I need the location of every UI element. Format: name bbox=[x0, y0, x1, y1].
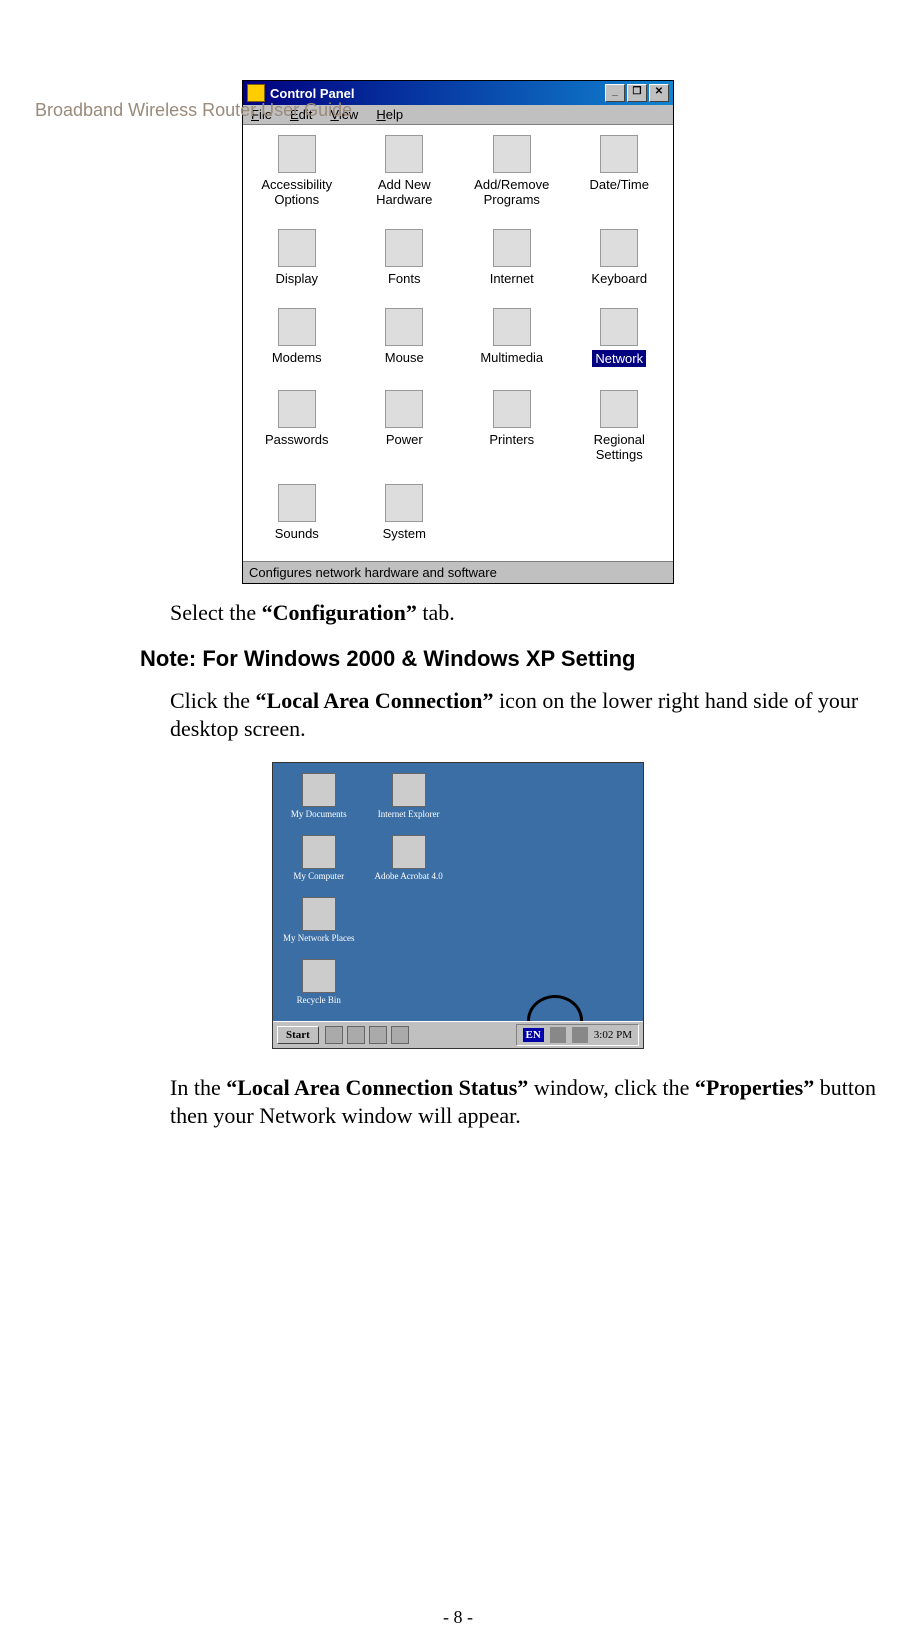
quick-launch bbox=[325, 1026, 409, 1044]
language-indicator[interactable]: EN bbox=[523, 1028, 544, 1042]
page-number: - 8 - bbox=[0, 1607, 916, 1628]
taskbar: Start EN 3:02 PM bbox=[273, 1021, 643, 1048]
keyboard-icon bbox=[600, 229, 638, 267]
regional-icon bbox=[600, 390, 638, 428]
computer-icon bbox=[302, 835, 336, 869]
desk-recycle-bin[interactable]: Recycle Bin bbox=[283, 959, 355, 1005]
cp-item-keyboard[interactable]: Keyboard bbox=[566, 227, 674, 298]
note-heading: Note: For Windows 2000 & Windows XP Sett… bbox=[140, 646, 881, 672]
document-header: Broadband Wireless Router User Guide bbox=[35, 100, 352, 121]
mouse-icon bbox=[385, 308, 423, 346]
cp-item-modems[interactable]: Modems bbox=[243, 306, 351, 379]
desk-acrobat[interactable]: Adobe Acrobat 4.0 bbox=[375, 835, 443, 881]
ie-icon bbox=[392, 773, 426, 807]
ql-icon-1[interactable] bbox=[325, 1026, 343, 1044]
minimize-button[interactable]: _ bbox=[605, 84, 625, 102]
cp-item-display[interactable]: Display bbox=[243, 227, 351, 298]
network-places-icon bbox=[302, 897, 336, 931]
datetime-icon bbox=[600, 135, 638, 173]
cp-item-add-remove[interactable]: Add/Remove Programs bbox=[458, 133, 566, 219]
control-panel-window: Control Panel _ ❐ ✕ File Edit View Help … bbox=[242, 80, 674, 584]
maximize-button[interactable]: ❐ bbox=[627, 84, 647, 102]
display-icon bbox=[278, 229, 316, 267]
tray-network-icon[interactable] bbox=[550, 1027, 566, 1043]
cp-item-network[interactable]: Network bbox=[566, 306, 674, 379]
cp-item-fonts[interactable]: Fonts bbox=[351, 227, 459, 298]
internet-icon bbox=[493, 229, 531, 267]
cp-item-sounds[interactable]: Sounds bbox=[243, 482, 351, 553]
cp-item-printers[interactable]: Printers bbox=[458, 388, 566, 474]
printers-icon bbox=[493, 390, 531, 428]
folder-icon bbox=[302, 773, 336, 807]
add-remove-icon bbox=[493, 135, 531, 173]
cp-item-accessibility[interactable]: Accessibility Options bbox=[243, 133, 351, 219]
modems-icon bbox=[278, 308, 316, 346]
ql-icon-3[interactable] bbox=[369, 1026, 387, 1044]
add-hardware-icon bbox=[385, 135, 423, 173]
power-icon bbox=[385, 390, 423, 428]
system-icon bbox=[385, 484, 423, 522]
recycle-icon bbox=[302, 959, 336, 993]
system-tray: EN 3:02 PM bbox=[516, 1024, 640, 1046]
desk-my-documents[interactable]: My Documents bbox=[283, 773, 355, 819]
tray-clock: 3:02 PM bbox=[594, 1029, 632, 1041]
cp-item-multimedia[interactable]: Multimedia bbox=[458, 306, 566, 379]
select-config-text: Select the “Configuration” tab. bbox=[170, 599, 881, 628]
fonts-icon bbox=[385, 229, 423, 267]
cp-item-regional[interactable]: Regional Settings bbox=[566, 388, 674, 474]
menu-help[interactable]: Help bbox=[376, 107, 403, 122]
cp-item-mouse[interactable]: Mouse bbox=[351, 306, 459, 379]
cp-item-internet[interactable]: Internet bbox=[458, 227, 566, 298]
multimedia-icon bbox=[493, 308, 531, 346]
cp-item-passwords[interactable]: Passwords bbox=[243, 388, 351, 474]
close-button[interactable]: ✕ bbox=[649, 84, 669, 102]
cp-item-power[interactable]: Power bbox=[351, 388, 459, 474]
control-panel-statusbar: Configures network hardware and software bbox=[243, 561, 673, 583]
control-panel-icons-grid: Accessibility Options Add New Hardware A… bbox=[243, 125, 673, 561]
tray-volume-icon[interactable] bbox=[572, 1027, 588, 1043]
lacs-properties-text: In the “Local Area Connection Status” wi… bbox=[170, 1074, 881, 1131]
network-icon bbox=[600, 308, 638, 346]
sounds-icon bbox=[278, 484, 316, 522]
start-button[interactable]: Start bbox=[277, 1026, 319, 1044]
accessibility-icon bbox=[278, 135, 316, 173]
click-lac-text: Click the “Local Area Connection” icon o… bbox=[170, 687, 881, 744]
desk-network-places[interactable]: My Network Places bbox=[283, 897, 355, 943]
desk-ie[interactable]: Internet Explorer bbox=[375, 773, 443, 819]
cp-item-add-hardware[interactable]: Add New Hardware bbox=[351, 133, 459, 219]
desktop-screenshot: My Documents My Computer My Network Plac… bbox=[272, 762, 644, 1049]
cp-item-datetime[interactable]: Date/Time bbox=[566, 133, 674, 219]
ql-icon-2[interactable] bbox=[347, 1026, 365, 1044]
passwords-icon bbox=[278, 390, 316, 428]
desk-my-computer[interactable]: My Computer bbox=[283, 835, 355, 881]
acrobat-icon bbox=[392, 835, 426, 869]
ql-icon-4[interactable] bbox=[391, 1026, 409, 1044]
cp-item-system[interactable]: System bbox=[351, 482, 459, 553]
control-panel-title: Control Panel bbox=[270, 86, 355, 101]
